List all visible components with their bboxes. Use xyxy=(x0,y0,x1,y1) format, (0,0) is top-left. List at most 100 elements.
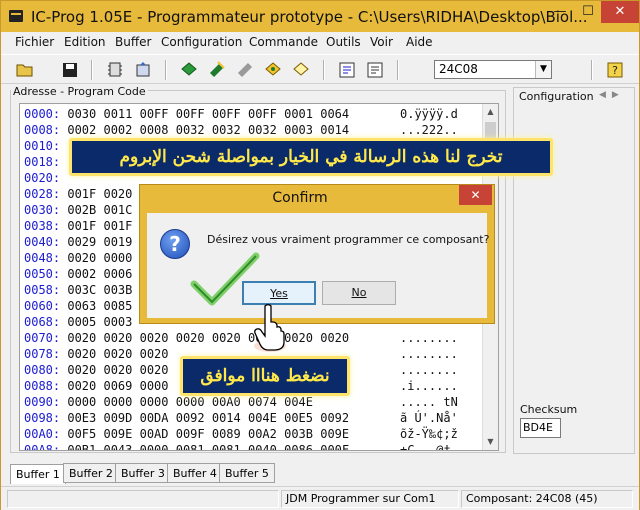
blank-check-icon[interactable] xyxy=(291,60,311,79)
hex-address: 0068: xyxy=(24,315,61,329)
dialog-message: Désirez vous vraiment programmer ce comp… xyxy=(207,233,490,246)
hex-data: 002B 001C xyxy=(67,203,133,217)
toolbar-separator xyxy=(91,60,93,80)
hex-address: 0018: xyxy=(24,155,61,169)
hex-row[interactable]: 0070: 0020 0020 0020 0020 0020 0020 0020… xyxy=(24,331,458,347)
hex-row[interactable]: 0028: 001F 0020 xyxy=(24,187,132,203)
menu-fichier[interactable]: Fichier xyxy=(15,35,54,49)
hex-row[interactable]: 0020: xyxy=(24,171,67,187)
minimize-button[interactable]: — xyxy=(546,1,574,23)
hex-data: 00B1 0043 0000 0081 0081 0040 0086 000F xyxy=(67,443,350,451)
dialog-close-button[interactable]: ✕ xyxy=(459,185,492,205)
erase-chip-icon[interactable] xyxy=(235,60,255,79)
hex-row[interactable]: 0000: 0030 0011 00FF 00FF 00FF 00FF 0001… xyxy=(24,107,458,123)
save-icon[interactable] xyxy=(60,60,80,79)
hex-row[interactable]: 0030: 002B 001C xyxy=(24,203,132,219)
hex-row[interactable]: 0098: 00E3 009D 00DA 0092 0014 004E 00E5… xyxy=(24,411,458,427)
scroll-up-icon[interactable]: ▲ xyxy=(483,104,498,120)
hex-ascii: ±C...@†. xyxy=(400,443,458,451)
hex-row[interactable]: 0008: 0002 0002 0008 0032 0032 0032 0003… xyxy=(24,123,458,139)
tab-buffer-3[interactable]: Buffer 3 xyxy=(115,463,171,483)
checksum-value: BD4E xyxy=(520,418,561,438)
hex-data: 0020 0069 0000 xyxy=(67,379,169,393)
panel-arrows-icon[interactable]: ◀▶ xyxy=(599,90,625,100)
hex-row[interactable]: 0058: 003C 003B xyxy=(24,283,132,299)
tab-buffer-1[interactable]: Buffer 1 xyxy=(10,464,66,484)
chip-settings-icon[interactable] xyxy=(133,60,153,79)
hex-row[interactable]: 0090: 0000 0000 0000 0000 00A0 0074 004E… xyxy=(24,395,458,411)
hex-row[interactable]: 0038: 001F 001F xyxy=(24,219,132,235)
chip-config-icon[interactable] xyxy=(105,60,125,79)
status-bar: JDM Programmer sur Com1 Composant: 24C08… xyxy=(1,486,639,510)
hex-address: 0050: xyxy=(24,267,61,281)
hex-row[interactable]: 0048: 0020 0000 xyxy=(24,251,132,267)
title-bar[interactable]: IC-Prog 1.05E - Programmateur prototype … xyxy=(1,1,639,32)
menu-aide[interactable]: Aide xyxy=(406,35,433,49)
yes-button-label: Yes xyxy=(270,287,288,300)
status-empty xyxy=(7,490,279,508)
program-chip-icon[interactable] xyxy=(207,60,227,79)
read-chip-icon[interactable] xyxy=(179,60,199,79)
hex-address: 0058: xyxy=(24,283,61,297)
hex-address: 0078: xyxy=(24,347,61,361)
hex-address: 0090: xyxy=(24,395,61,409)
hex-data: 0029 0019 xyxy=(67,235,133,249)
toolbar-separator xyxy=(397,60,399,80)
window-title: IC-Prog 1.05E - Programmateur prototype … xyxy=(31,8,588,26)
hex-address: 0010: xyxy=(24,139,61,153)
device-select[interactable]: 24C08 ▼ xyxy=(434,60,552,79)
menu-configuration[interactable]: Configuration xyxy=(161,35,242,49)
menu-commande[interactable]: Commande xyxy=(249,35,318,49)
hex-data: 00E3 009D 00DA 0092 0014 004E 00E5 0092 xyxy=(67,411,350,425)
hex-address: 0088: xyxy=(24,379,61,393)
view-asm-icon[interactable] xyxy=(365,60,385,79)
menu-buffer[interactable]: Buffer xyxy=(115,35,151,49)
hex-row[interactable]: 00A8: 00B1 0043 0000 0081 0081 0040 0086… xyxy=(24,443,458,451)
maximize-button[interactable]: ☐ xyxy=(574,1,602,23)
no-button[interactable]: No xyxy=(322,281,396,305)
menu-edition[interactable]: Edition xyxy=(64,35,106,49)
hex-data: 001F 001F xyxy=(67,219,133,233)
hex-ascii: ã Ú'.Nå' xyxy=(400,411,458,425)
hex-row[interactable]: 0018: xyxy=(24,155,67,171)
hex-data: 0063 0085 xyxy=(67,299,133,313)
hex-row[interactable]: 0088: 0020 0069 0000 .i...... xyxy=(24,379,458,395)
close-button[interactable]: ✕ xyxy=(601,1,639,23)
open-folder-icon[interactable] xyxy=(15,60,35,79)
menu-bar: Fichier Edition Buffer Configuration Com… xyxy=(1,32,639,52)
hex-row[interactable]: 0080: 0020 0020 0020........ xyxy=(24,363,458,379)
hex-data: 001F 0020 xyxy=(67,187,133,201)
device-select-value: 24C08 xyxy=(439,62,478,76)
hex-address: 0080: xyxy=(24,363,61,377)
hex-row[interactable]: 0078: 0020 0020 0020........ xyxy=(24,347,458,363)
hex-address: 00A0: xyxy=(24,427,61,441)
hex-address: 0060: xyxy=(24,299,61,313)
hex-ascii: ........ xyxy=(400,363,458,377)
checkmark-icon xyxy=(190,252,260,306)
toolbar-separator xyxy=(591,60,593,80)
hand-cursor-icon xyxy=(254,303,286,352)
annotation-banner-top: تخرج لنا هذه الرسالة في الخيار بمواصلة ش… xyxy=(69,138,553,176)
view-hex-icon[interactable] xyxy=(337,60,357,79)
menu-voir[interactable]: Voir xyxy=(370,35,393,49)
hex-row[interactable]: 00A0: 00F5 009E 00AD 009F 0089 00A2 003B… xyxy=(24,427,458,443)
tab-buffer-2[interactable]: Buffer 2 xyxy=(63,463,119,483)
scroll-down-icon[interactable]: ▼ xyxy=(483,434,498,450)
hex-row[interactable]: 0050: 0002 0006 xyxy=(24,267,132,283)
hex-address: 0020: xyxy=(24,171,61,185)
hex-row[interactable]: 0060: 0063 0085 xyxy=(24,299,132,315)
verify-chip-icon[interactable] xyxy=(263,60,283,79)
help-icon[interactable]: ? xyxy=(605,60,625,79)
hex-address: 0030: xyxy=(24,203,61,217)
hex-row[interactable]: 0040: 0029 0019 xyxy=(24,235,132,251)
tab-buffer-5[interactable]: Buffer 5 xyxy=(219,463,275,483)
hex-address: 0040: xyxy=(24,235,61,249)
hex-row[interactable]: 0010: xyxy=(24,139,67,155)
hex-row[interactable]: 0068: 0005 0003 xyxy=(24,315,132,331)
hex-address: 0000: xyxy=(24,107,61,121)
tab-buffer-4[interactable]: Buffer 4 xyxy=(167,463,223,483)
chevron-down-icon[interactable]: ▼ xyxy=(535,61,551,78)
hex-data: 0020 0000 xyxy=(67,251,133,265)
menu-outils[interactable]: Outils xyxy=(326,35,361,49)
hex-ascii: õž-Ÿ‰¢;ž xyxy=(400,427,458,441)
